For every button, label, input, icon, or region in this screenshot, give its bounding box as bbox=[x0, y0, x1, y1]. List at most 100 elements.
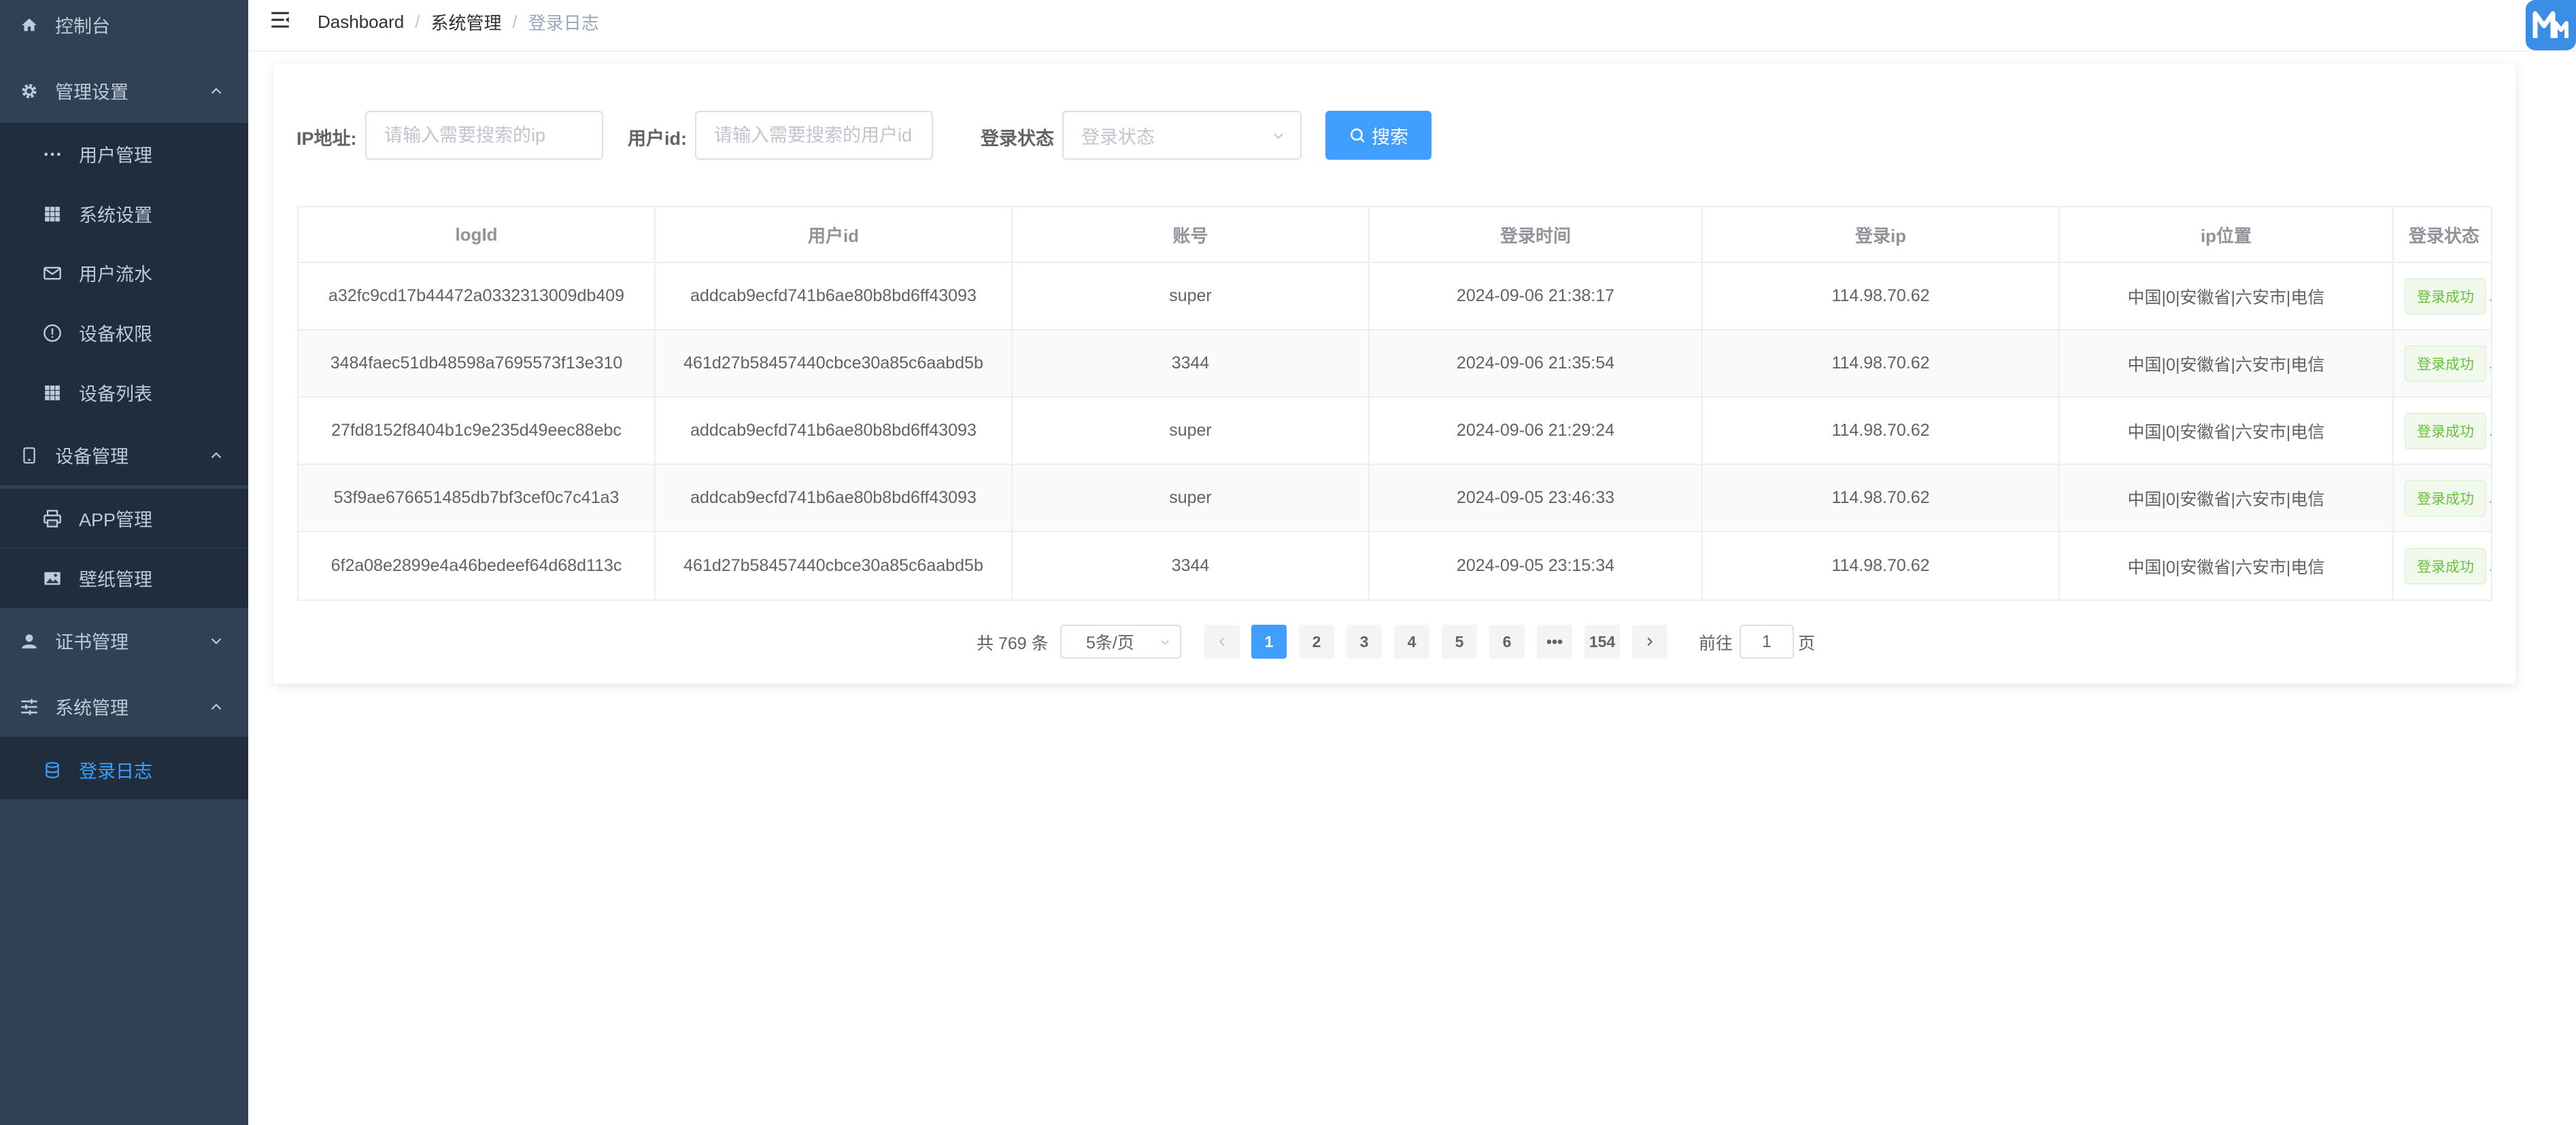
grid-icon bbox=[42, 383, 63, 403]
column-header[interactable]: 登录ip bbox=[1703, 207, 2060, 262]
breadcrumb: Dashboard / 系统管理 / 登录日志 bbox=[318, 10, 599, 35]
sidebar-item-user-management[interactable]: 用户管理 bbox=[0, 124, 248, 184]
user-id-cell: addcab9ecfd741b6ae80b8bd6ff43093 bbox=[656, 398, 1013, 464]
sliders-icon bbox=[19, 697, 39, 717]
search-button[interactable]: 搜索 bbox=[1325, 111, 1431, 160]
table-row[interactable]: 3484faec51db48598a7695573f13e310 461d27b… bbox=[299, 330, 2491, 398]
login-ip-cell: 114.98.70.62 bbox=[1703, 398, 2060, 464]
account-cell: super bbox=[1013, 398, 1370, 464]
sidebar-item-label: APP管理 bbox=[79, 510, 153, 530]
database-icon bbox=[42, 760, 63, 780]
sidebar-item-user-flow[interactable]: 用户流水 bbox=[0, 243, 248, 302]
column-header[interactable]: 用户id bbox=[656, 207, 1013, 262]
sidebar-item-system-settings[interactable]: 系统设置 bbox=[0, 184, 248, 243]
page-button-last[interactable]: 154 bbox=[1584, 625, 1620, 659]
sidebar-item-admin-settings[interactable]: 管理设置 bbox=[0, 58, 248, 124]
sidebar-item-login-log[interactable]: 登录日志 bbox=[0, 740, 248, 799]
sidebar-item-device-management[interactable]: 设备管理 bbox=[0, 422, 248, 488]
column-header[interactable]: ip位置 bbox=[2060, 207, 2394, 262]
printer-icon bbox=[42, 508, 63, 529]
userid-search-input[interactable] bbox=[695, 111, 933, 160]
user-id-cell: addcab9ecfd741b6ae80b8bd6ff43093 bbox=[656, 465, 1013, 531]
goto-page-input[interactable] bbox=[1740, 625, 1794, 659]
login-ip-cell: 114.98.70.62 bbox=[1703, 330, 2060, 396]
page-size-select[interactable]: 5条/页 bbox=[1060, 625, 1181, 659]
prev-page-button[interactable] bbox=[1204, 625, 1240, 659]
table-row[interactable]: 6f2a08e2899e4a46bedeef64d68d113c 461d27b… bbox=[299, 532, 2491, 600]
page-button-5[interactable]: 5 bbox=[1442, 625, 1477, 659]
user-id-cell: 461d27b58457440cbce30a85c6aabd5b bbox=[656, 330, 1013, 396]
page-button-1[interactable]: 1 bbox=[1251, 625, 1287, 659]
column-header[interactable]: 登录时间 bbox=[1370, 207, 1703, 262]
sidebar-item-dashboard[interactable]: 控制台 bbox=[0, 0, 248, 58]
page-button-2[interactable]: 2 bbox=[1299, 625, 1334, 659]
hamburger-icon[interactable] bbox=[269, 8, 292, 31]
login-time-cell: 2024-09-05 23:15:34 bbox=[1370, 532, 1703, 600]
sidebar-item-label: 控制台 bbox=[55, 16, 110, 37]
column-header[interactable]: 登录状态 bbox=[2394, 207, 2491, 262]
page-button-4[interactable]: 4 bbox=[1394, 625, 1429, 659]
ip-location-cell: 中国|0|安徽省|六安市|电信 bbox=[2060, 263, 2394, 329]
goto-suffix: 页 bbox=[1798, 634, 1816, 653]
next-page-button[interactable] bbox=[1632, 625, 1667, 659]
avatar[interactable] bbox=[2526, 0, 2576, 50]
chevron-up-icon bbox=[211, 87, 222, 94]
breadcrumb-item[interactable]: Dashboard bbox=[318, 12, 404, 33]
top-navbar: Dashboard / 系统管理 / 登录日志 bbox=[248, 0, 2576, 52]
ip-search-input[interactable] bbox=[365, 111, 603, 160]
column-header[interactable]: logId bbox=[299, 207, 656, 262]
log-id-cell: 53f9ae676651485db7bf3cef0c7c41a3 bbox=[299, 465, 656, 531]
breadcrumb-item[interactable]: 系统管理 bbox=[430, 10, 501, 35]
login-status-cell: 登录成功. bbox=[2394, 263, 2491, 329]
user-id-cell: addcab9ecfd741b6ae80b8bd6ff43093 bbox=[656, 263, 1013, 329]
sidebar-item-system-management[interactable]: 系统管理 bbox=[0, 674, 248, 740]
column-header[interactable]: 账号 bbox=[1013, 207, 1370, 262]
sidebar-item-label: 壁纸管理 bbox=[79, 570, 152, 590]
login-status-cell: 登录成功. bbox=[2394, 532, 2491, 600]
mail-icon bbox=[42, 263, 63, 283]
picture-icon bbox=[42, 568, 63, 589]
status-badge: 登录成功 bbox=[2405, 547, 2486, 585]
sidebar-item-app-management[interactable]: APP管理 bbox=[0, 489, 248, 548]
mobile-icon bbox=[19, 445, 39, 466]
account-cell: super bbox=[1013, 263, 1370, 329]
chevron-up-icon bbox=[211, 451, 222, 458]
table-row[interactable]: 53f9ae676651485db7bf3cef0c7c41a3 addcab9… bbox=[299, 465, 2491, 532]
chevron-right-icon bbox=[1647, 637, 1653, 646]
page-size-value: 5条/页 bbox=[1086, 634, 1134, 653]
sidebar-item-certificate-management[interactable]: 证书管理 bbox=[0, 608, 248, 674]
pagination: 共 769 条 5条/页 1 2 3 4 5 6 ••• 154 前往 页 bbox=[273, 625, 2515, 659]
login-status-select[interactable]: 登录状态 bbox=[1062, 111, 1302, 160]
login-time-cell: 2024-09-06 21:35:54 bbox=[1370, 330, 1703, 396]
chevron-down-icon bbox=[1161, 640, 1169, 645]
table-row[interactable]: a32fc9cd17b44472a0332313009db409 addcab9… bbox=[299, 263, 2491, 330]
table-row[interactable]: 27fd8152f8404b1c9e235d49eec88ebc addcab9… bbox=[299, 398, 2491, 465]
page-button-6[interactable]: 6 bbox=[1489, 625, 1525, 659]
userid-filter-label: 用户id: bbox=[628, 128, 687, 149]
log-id-cell: 3484faec51db48598a7695573f13e310 bbox=[299, 330, 656, 396]
login-ip-cell: 114.98.70.62 bbox=[1703, 465, 2060, 531]
search-icon bbox=[1351, 128, 1365, 143]
sidebar-item-label: 系统设置 bbox=[79, 205, 152, 226]
sidebar-item-label: 用户管理 bbox=[79, 145, 152, 166]
chevron-down-icon bbox=[211, 638, 222, 644]
log-id-cell: 6f2a08e2899e4a46bedeef64d68d113c bbox=[299, 532, 656, 600]
status-filter-label: 登录状态 bbox=[981, 128, 1054, 149]
user-id-cell: 461d27b58457440cbce30a85c6aabd5b bbox=[656, 532, 1013, 600]
sidebar-item-device-permission[interactable]: 设备权限 bbox=[0, 303, 248, 362]
sidebar-item-label: 证书管理 bbox=[55, 632, 129, 653]
status-badge: 登录成功 bbox=[2405, 479, 2486, 517]
account-cell: 3344 bbox=[1013, 532, 1370, 600]
chevron-down-icon bbox=[1274, 133, 1283, 139]
page-button-3[interactable]: 3 bbox=[1346, 625, 1382, 659]
login-log-table: logId 用户id 账号 登录时间 登录ip ip位置 登录状态 a32fc9… bbox=[297, 206, 2492, 601]
sidebar-item-label: 登录日志 bbox=[79, 761, 152, 782]
pagination-total: 共 769 条 bbox=[977, 634, 1049, 653]
sidebar-item-label: 设备列表 bbox=[79, 384, 152, 404]
sidebar-item-device-list[interactable]: 设备列表 bbox=[0, 363, 248, 422]
home-icon bbox=[19, 15, 39, 35]
status-badge: 登录成功 bbox=[2405, 345, 2486, 382]
gear-icon bbox=[19, 81, 39, 101]
sidebar-item-wallpaper-management[interactable]: 壁纸管理 bbox=[0, 549, 248, 608]
page-ellipsis-button[interactable]: ••• bbox=[1537, 625, 1572, 659]
